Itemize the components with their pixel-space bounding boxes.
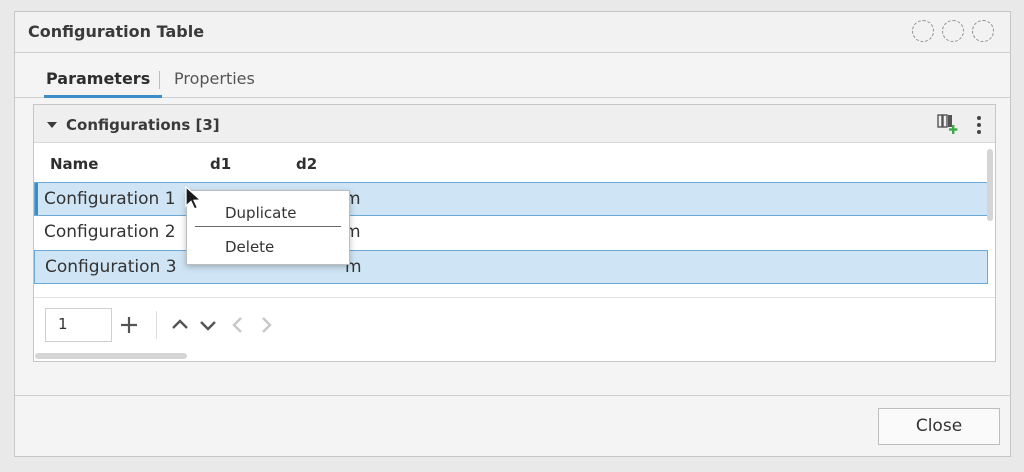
chevron-down-icon[interactable] xyxy=(198,315,218,335)
more-vertical-icon[interactable] xyxy=(974,114,984,136)
window-control-1[interactable] xyxy=(912,20,934,42)
window-control-2[interactable] xyxy=(942,20,964,42)
column-header-name[interactable]: Name xyxy=(50,155,98,173)
context-menu: Duplicate Delete xyxy=(186,190,350,265)
configurations-panel: Configurations [3] Name d1 d2 Configurat… xyxy=(33,104,996,362)
tab-bar: Parameters Properties xyxy=(15,53,1010,98)
tab-properties[interactable]: Properties xyxy=(174,69,255,88)
horizontal-scrollbar[interactable] xyxy=(35,353,187,359)
cell-name[interactable]: Configuration 2 xyxy=(44,222,176,242)
title-bar: Configuration Table xyxy=(15,12,1010,53)
menu-item-label: Delete xyxy=(225,238,275,256)
column-header-d1[interactable]: d1 xyxy=(210,155,231,173)
toolbar-divider xyxy=(156,311,157,339)
table-row[interactable]: Configuration 1 10mm 100mm xyxy=(34,182,988,216)
table-row[interactable]: Configuration 2 m xyxy=(34,216,988,250)
mouse-cursor-icon xyxy=(185,186,203,210)
dialog-title: Configuration Table xyxy=(28,22,205,41)
chevron-left-icon[interactable] xyxy=(228,315,248,335)
tab-divider xyxy=(159,71,160,89)
cell-name[interactable]: Configuration 3 xyxy=(45,257,177,277)
menu-separator xyxy=(195,226,341,227)
vertical-scrollbar[interactable] xyxy=(987,149,993,221)
plus-icon[interactable] xyxy=(119,315,139,335)
tab-parameters[interactable]: Parameters xyxy=(43,69,163,98)
row-count-input[interactable]: 1 xyxy=(45,308,112,342)
window-control-3[interactable] xyxy=(972,20,994,42)
configuration-table-dialog: Configuration Table Parameters Propertie… xyxy=(14,11,1011,457)
column-header-d2[interactable]: d2 xyxy=(296,155,317,173)
panel-header[interactable]: Configurations [3] xyxy=(34,105,995,143)
add-column-icon[interactable] xyxy=(937,113,959,135)
table-footer-divider xyxy=(34,297,995,298)
footer-divider xyxy=(15,395,1010,396)
chevron-right-icon[interactable] xyxy=(256,315,276,335)
panel-title: Configurations [3] xyxy=(66,116,220,134)
table-row[interactable]: Configuration 3 m xyxy=(34,250,988,284)
menu-item-duplicate[interactable]: Duplicate xyxy=(187,195,349,225)
collapse-triangle-icon[interactable] xyxy=(47,122,57,128)
menu-item-delete[interactable]: Delete xyxy=(187,229,349,259)
row-indicator xyxy=(35,183,38,215)
close-button[interactable]: Close xyxy=(878,408,1000,445)
cell-name[interactable]: Configuration 1 xyxy=(44,189,176,209)
chevron-up-icon[interactable] xyxy=(170,315,190,335)
menu-item-label: Duplicate xyxy=(225,204,297,222)
